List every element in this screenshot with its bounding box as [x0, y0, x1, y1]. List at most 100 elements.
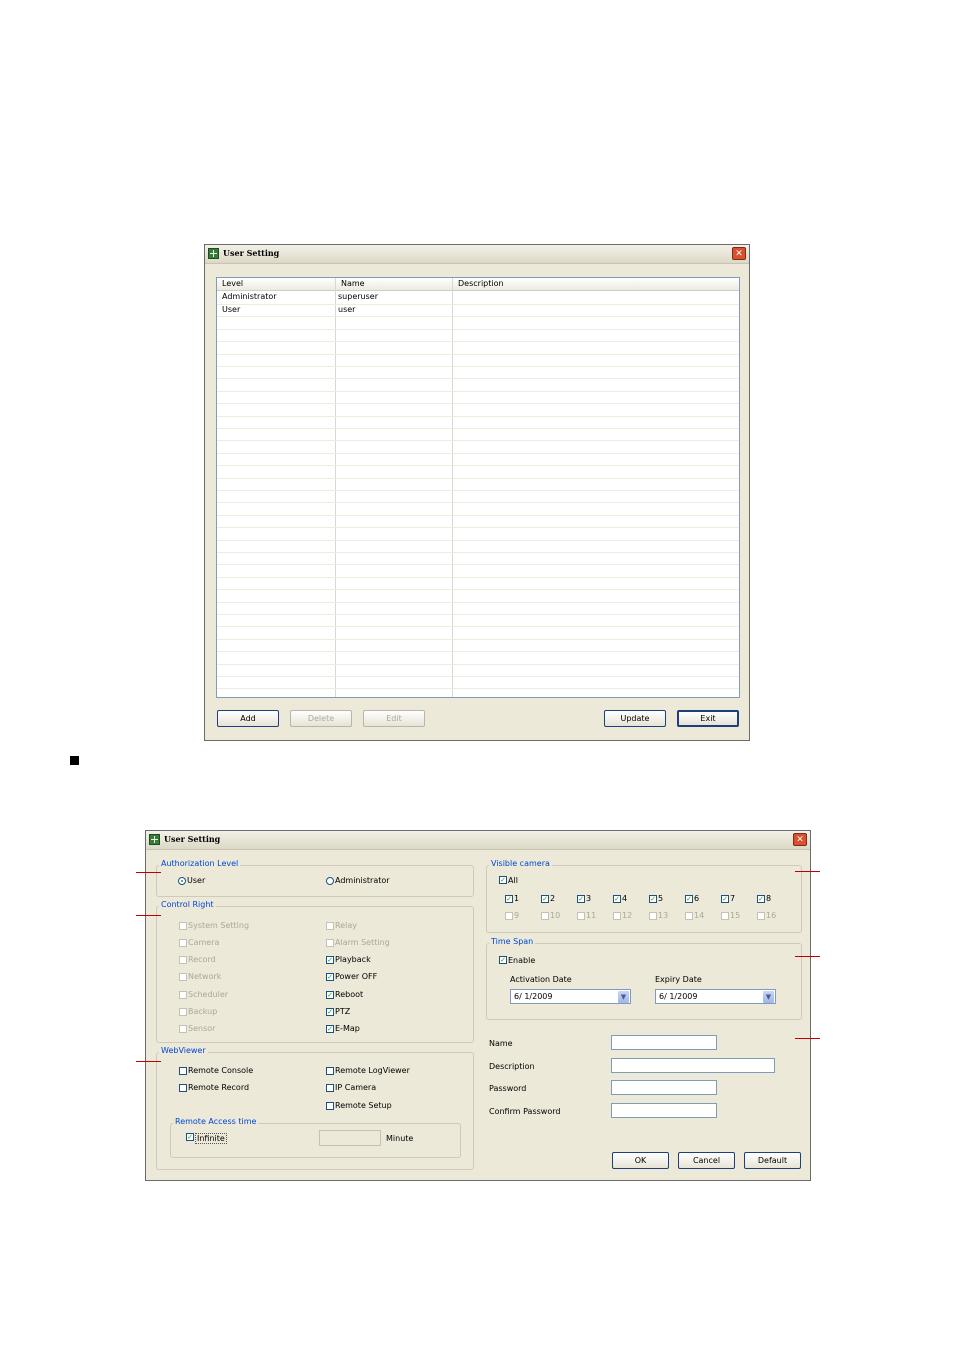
app-icon — [149, 834, 160, 845]
cell-name: user — [338, 305, 356, 314]
description-field[interactable] — [611, 1058, 775, 1073]
user-radio[interactable] — [178, 877, 186, 885]
infinite-checkbox[interactable]: ✓ — [186, 1133, 194, 1141]
camera-label[interactable]: 6 — [694, 894, 699, 903]
control-right-right-item-checkbox[interactable]: ✓ — [326, 1008, 334, 1016]
delete-button[interactable]: Delete — [290, 710, 352, 727]
user-radio-label[interactable]: User — [187, 876, 205, 885]
control-right-right-item-label[interactable]: Playback — [335, 955, 371, 964]
column-header-level[interactable]: Level — [222, 279, 243, 288]
remote-setup-checkbox[interactable] — [326, 1102, 334, 1110]
camera-checkbox — [649, 912, 657, 920]
add-button[interactable]: Add — [217, 710, 279, 727]
remote-console-label[interactable]: Remote Console — [188, 1066, 253, 1075]
chevron-down-icon[interactable]: ▼ — [763, 991, 774, 1003]
close-icon[interactable]: ✕ — [732, 247, 746, 260]
camera-checkbox[interactable]: ✓ — [649, 895, 657, 903]
enable-checkbox[interactable]: ✓ — [499, 956, 507, 964]
confirm-password-field[interactable] — [611, 1103, 717, 1118]
remote-record-checkbox[interactable] — [179, 1084, 187, 1092]
camera-label[interactable]: 7 — [730, 894, 735, 903]
control-right-right-item-checkbox[interactable]: ✓ — [326, 991, 334, 999]
camera-label: 9 — [514, 911, 520, 920]
camera-label: 15 — [730, 911, 741, 920]
time-span-label: Time Span — [489, 937, 536, 946]
control-right-left-item-label: Backup — [188, 1007, 218, 1016]
close-icon[interactable]: ✕ — [793, 833, 807, 846]
control-right-left-item-label: Sensor — [188, 1024, 216, 1033]
control-right-left-item-checkbox — [179, 973, 187, 981]
user-list[interactable]: Level Name Description Administrator sup… — [216, 277, 740, 698]
enable-label[interactable]: Enable — [508, 956, 535, 965]
remote-record-label[interactable]: Remote Record — [188, 1083, 249, 1092]
camera-checkbox[interactable]: ✓ — [505, 895, 513, 903]
title-bar[interactable]: User Setting ✕ — [205, 245, 749, 264]
remote-setup-label[interactable]: Remote Setup — [335, 1101, 392, 1110]
minute-input[interactable] — [319, 1130, 381, 1146]
control-right-right-item-checkbox[interactable]: ✓ — [326, 973, 334, 981]
cancel-button[interactable]: Cancel — [678, 1152, 735, 1169]
camera-checkbox[interactable]: ✓ — [757, 895, 765, 903]
control-right-left-item-label: Scheduler — [188, 990, 229, 999]
control-right-right-item-label[interactable]: PTZ — [335, 1007, 350, 1016]
control-right-left-item-checkbox — [179, 939, 187, 947]
camera-checkbox[interactable]: ✓ — [721, 895, 729, 903]
camera-checkbox — [757, 912, 765, 920]
camera-label[interactable]: 8 — [766, 894, 771, 903]
default-button[interactable]: Default — [744, 1152, 801, 1169]
activation-date-picker[interactable]: 6/ 1/2009 ▼ — [510, 989, 631, 1004]
ip-camera-label[interactable]: IP Camera — [335, 1083, 376, 1092]
remote-logviewer-checkbox[interactable] — [326, 1067, 334, 1075]
camera-checkbox — [541, 912, 549, 920]
camera-label: 12 — [622, 911, 633, 920]
confirm-password-label: Confirm Password — [489, 1107, 561, 1116]
administrator-radio-label[interactable]: Administrator — [335, 876, 390, 885]
control-right-right-item-label[interactable]: Reboot — [335, 990, 363, 999]
control-right-right-item-label: Alarm Setting — [335, 938, 390, 947]
camera-checkbox[interactable]: ✓ — [541, 895, 549, 903]
list-header: Level Name Description — [217, 278, 739, 291]
chevron-down-icon[interactable]: ▼ — [618, 991, 629, 1003]
table-row[interactable]: User user — [217, 305, 739, 317]
camera-label[interactable]: 2 — [550, 894, 555, 903]
callout-line — [136, 1061, 161, 1062]
name-field[interactable] — [611, 1035, 717, 1050]
column-header-name[interactable]: Name — [341, 279, 365, 288]
camera-checkbox[interactable]: ✓ — [577, 895, 585, 903]
password-field[interactable] — [611, 1080, 717, 1095]
dialog-title: User Setting — [164, 834, 221, 844]
activation-date-value: 6/ 1/2009 — [514, 992, 553, 1001]
camera-label[interactable]: 3 — [586, 894, 591, 903]
control-right-right-item-checkbox[interactable]: ✓ — [326, 956, 334, 964]
control-right-right-item-checkbox[interactable]: ✓ — [326, 1025, 334, 1033]
webviewer-label: WebViewer — [159, 1046, 208, 1055]
administrator-radio[interactable] — [326, 877, 334, 885]
remote-console-checkbox[interactable] — [179, 1067, 187, 1075]
camera-label: 16 — [766, 911, 777, 920]
exit-button[interactable]: Exit — [677, 710, 739, 727]
expiry-date-picker[interactable]: 6/ 1/2009 ▼ — [655, 989, 776, 1004]
control-right-right-item-label[interactable]: E-Map — [335, 1024, 360, 1033]
control-right-label: Control Right — [159, 900, 216, 909]
camera-checkbox[interactable]: ✓ — [613, 895, 621, 903]
infinite-label[interactable]: Infinite — [195, 1133, 227, 1144]
camera-checkbox[interactable]: ✓ — [685, 895, 693, 903]
all-cameras-checkbox[interactable]: ✓ — [499, 876, 507, 884]
remote-logviewer-label[interactable]: Remote LogViewer — [335, 1066, 410, 1075]
camera-label[interactable]: 5 — [658, 894, 663, 903]
camera-label[interactable]: 1 — [514, 894, 519, 903]
all-cameras-label[interactable]: All — [508, 876, 518, 885]
control-right-right-item-checkbox — [326, 922, 334, 930]
title-bar[interactable]: User Setting ✕ — [146, 831, 810, 850]
control-right-right-item-label[interactable]: Power OFF — [335, 972, 377, 981]
edit-button[interactable]: Edit — [363, 710, 425, 727]
ip-camera-checkbox[interactable] — [326, 1084, 334, 1092]
control-right-left-item-label: Record — [188, 955, 216, 964]
table-row[interactable]: Administrator superuser — [217, 292, 739, 304]
update-button[interactable]: Update — [604, 710, 666, 727]
column-header-description[interactable]: Description — [458, 279, 504, 288]
camera-label[interactable]: 4 — [622, 894, 627, 903]
ok-button[interactable]: OK — [612, 1152, 669, 1169]
user-setting-edit-dialog: User Setting ✕ Authorization Level User … — [145, 830, 811, 1181]
callout-line — [136, 915, 161, 916]
